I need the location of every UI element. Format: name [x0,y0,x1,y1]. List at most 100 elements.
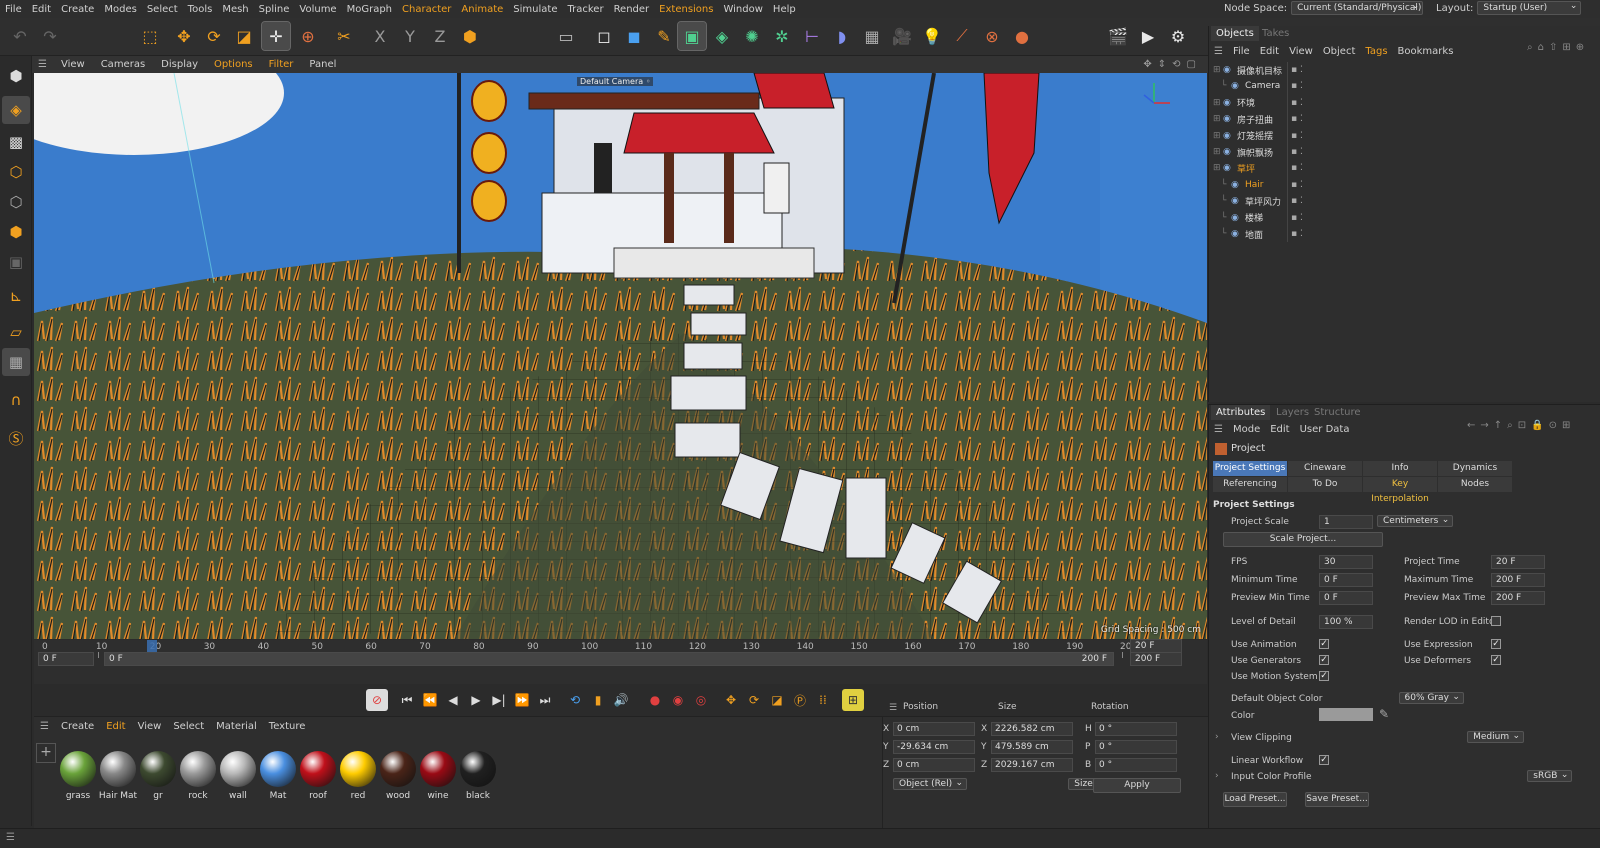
fps-input[interactable]: 30 [1319,555,1373,569]
scale-project-button[interactable]: Scale Project... [1223,532,1383,547]
expand-icon[interactable]: ⊞ [1213,114,1221,124]
field-icon[interactable]: ◗ [828,22,856,50]
visibility-toggle-icon[interactable]: ▪ ⁚ [1291,65,1303,75]
record-active-icon[interactable]: ● [644,689,666,711]
tab-objects[interactable]: Objects [1211,26,1259,41]
pos-z-input[interactable]: 0 cm [893,758,975,772]
tab-layers[interactable]: Layers [1271,405,1314,420]
points-mode-icon[interactable]: ⬡ [2,158,30,186]
material-menu-edit[interactable]: Edit [100,721,131,732]
material-menu-icon[interactable]: ☰ [34,721,55,732]
apply-button[interactable]: Apply [1093,778,1181,793]
subdivision-icon[interactable]: ◈ [708,22,736,50]
light-icon[interactable]: 💡 [918,22,946,50]
autokey-icon[interactable]: ◉ [667,689,689,711]
subtab-project-settings[interactable]: Project Settings [1213,461,1287,476]
object-menu-edit[interactable]: Edit [1255,46,1284,57]
previous-key-icon[interactable]: ⏪ [419,689,441,711]
use-expression-checkbox[interactable]: ✓ [1491,639,1501,649]
play-icon[interactable]: ▶ [465,689,487,711]
go-to-end-icon[interactable]: ⏭ [534,689,556,711]
sound-icon[interactable]: 🔊 [610,689,632,711]
keyframe-selection-icon[interactable]: ◎ [690,689,712,711]
preview-max-input[interactable]: 200 F [1491,591,1545,605]
preview-range-bar[interactable]: 0 F 200 F [104,652,1114,666]
menu-tools[interactable]: Tools [183,4,218,15]
object-name[interactable]: 房子扭曲 [1237,113,1273,126]
material-menu-texture[interactable]: Texture [263,721,312,732]
material-rock[interactable]: rock [178,749,218,801]
status-menu-icon[interactable]: ☰ [6,832,15,843]
tab-takes[interactable]: Takes [1257,26,1294,41]
object-row[interactable]: ⊞ ◉ 灯笼摇摆 ▪ ⁚ [1209,128,1600,144]
subtab-referencing[interactable]: Referencing [1213,477,1287,492]
motion-system-icon[interactable]: ⊞ [842,689,864,711]
lod-input[interactable]: 100 % [1319,615,1373,629]
object-menu-tags[interactable]: Tags [1360,46,1392,57]
pos-x-input[interactable]: 0 cm [893,722,975,736]
material-menu-create[interactable]: Create [55,721,100,732]
subtab-dynamics[interactable]: Dynamics [1438,461,1512,476]
view-clipping-dropdown[interactable]: Medium [1467,731,1525,743]
deformer-icon[interactable]: ⊢ [798,22,826,50]
size-y-input[interactable]: 479.589 cm [991,740,1073,754]
viewport-nav-icons[interactable]: ✥⇕⟲▢ [1143,59,1202,70]
min-time-input[interactable]: 0 F [1319,573,1373,587]
linear-workflow-checkbox[interactable]: ✓ [1319,755,1329,765]
model-mode-icon[interactable]: ◈ [2,96,30,124]
range-start-field[interactable]: 0 F [38,652,94,666]
undo-icon[interactable]: ↶ [6,22,34,50]
magnet-icon[interactable]: ∩ [2,386,30,414]
input-profile-dropdown[interactable]: sRGB [1527,770,1573,782]
menu-file[interactable]: File [0,4,27,15]
object-row[interactable]: ⊞ ◉ 房子扭曲 ▪ ⁚ [1209,111,1600,127]
rot-b-input[interactable]: 0 ° [1095,758,1177,772]
menu-tracker[interactable]: Tracker [562,4,608,15]
pen-tool-icon[interactable]: ◻ [590,22,618,50]
material-menu-material[interactable]: Material [210,721,263,732]
size-z-input[interactable]: 2029.167 cm [991,758,1073,772]
tab-attributes[interactable]: Attributes [1211,405,1271,420]
key-position-icon[interactable]: ✥ [720,689,742,711]
pos-y-input[interactable]: -29.634 cm [893,740,975,754]
menu-animate[interactable]: Animate [456,4,508,15]
generator-icon[interactable]: ▣ [677,21,707,51]
material-menu-view[interactable]: View [132,721,168,732]
cube-icon[interactable]: ◼ [620,22,648,50]
expand-icon[interactable]: ⊞ [1213,163,1221,173]
object-menu-bookmarks[interactable]: Bookmarks [1393,46,1459,57]
current-frame-field[interactable]: 20 F [1130,639,1182,653]
z-axis-icon[interactable]: Z [426,22,454,50]
material-wine[interactable]: wine [418,749,458,801]
visibility-toggle-icon[interactable]: ▪ ⁚ [1291,229,1303,239]
menu-create[interactable]: Create [56,4,99,15]
spline-pen-icon[interactable]: ✎ [650,22,678,50]
menu-help[interactable]: Help [768,4,801,15]
axis-mode-icon[interactable]: ⊾ [2,282,30,310]
visibility-toggle-icon[interactable]: ▪ ⁚ [1291,131,1303,141]
use-deformers-checkbox[interactable]: ✓ [1491,655,1501,665]
object-menu-view[interactable]: View [1284,46,1318,57]
object-name[interactable]: 摄像机目标 [1237,64,1282,77]
menu-volume[interactable]: Volume [294,4,341,15]
key-rotation-icon[interactable]: ⟳ [743,689,765,711]
eyedropper-icon[interactable]: ✎ [1379,707,1389,721]
menu-select[interactable]: Select [142,4,183,15]
timeline-marker-icon[interactable]: ▮ [587,689,609,711]
project-scale-unit-dropdown[interactable]: Centimeters [1377,515,1454,527]
expand-icon[interactable]: └ [1221,180,1226,190]
object-name[interactable]: 楼梯 [1245,211,1263,224]
menu-extensions[interactable]: Extensions [654,4,718,15]
visibility-toggle-icon[interactable]: ▪ ⁚ [1291,147,1303,157]
menu-modes[interactable]: Modes [99,4,141,15]
y-axis-icon[interactable]: Y [396,22,424,50]
expand-icon[interactable]: ⊞ [1213,131,1221,141]
menu-render[interactable]: Render [609,4,655,15]
color-swatch[interactable] [1319,708,1373,721]
live-selection-icon[interactable]: ⬚ [136,22,164,50]
camera-icon[interactable]: 🎥 [888,22,916,50]
viewport-menu-panel[interactable]: Panel [301,59,344,70]
edges-mode-icon[interactable]: ⬡ [2,188,30,216]
visibility-toggle-icon[interactable]: ▪ ⁚ [1291,98,1303,108]
material-hair-mat[interactable]: Hair Mat [98,749,138,801]
